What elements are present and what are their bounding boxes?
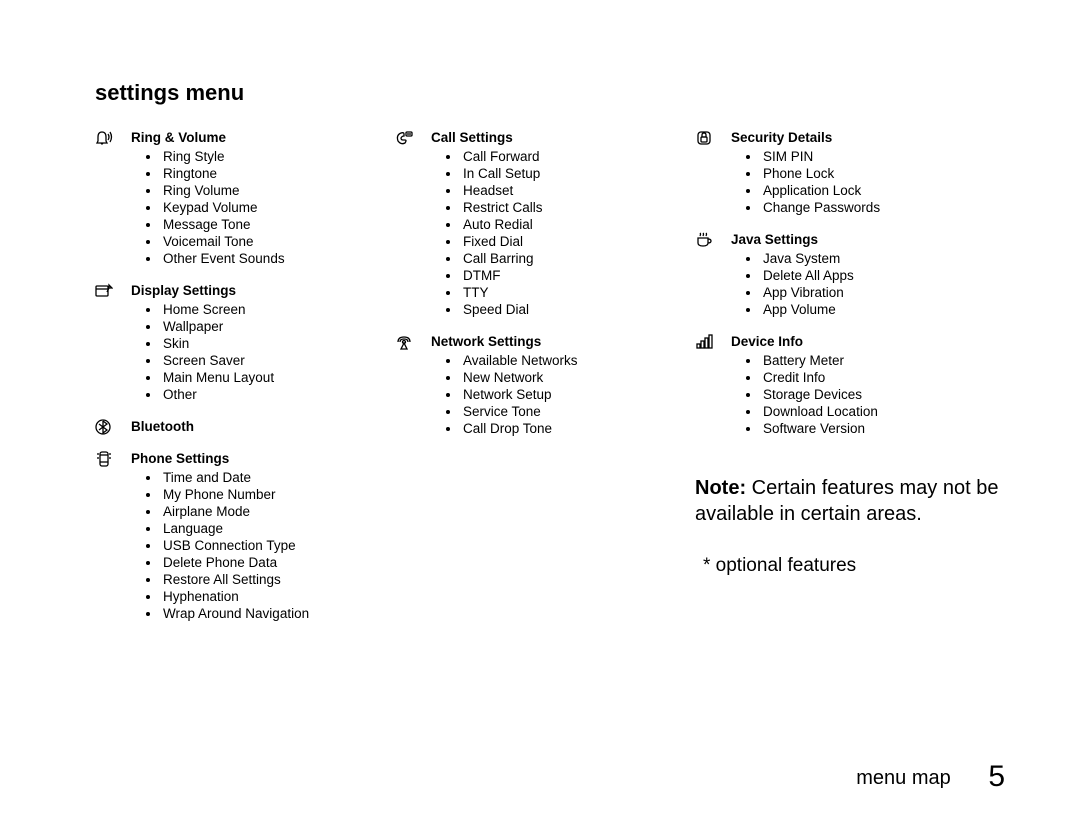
section-label: Ring & Volume <box>131 130 395 146</box>
section-items: Ring StyleRingtoneRing VolumeKeypad Volu… <box>95 148 395 267</box>
footer: menu map 5 <box>856 760 1005 794</box>
section-bluetooth: Bluetooth <box>95 419 395 435</box>
list-item: Call Drop Tone <box>461 420 695 437</box>
section-items: Battery MeterCredit InfoStorage DevicesD… <box>695 352 1005 437</box>
list-item: New Network <box>461 369 695 386</box>
list-item: Call Barring <box>461 250 695 267</box>
note: Note: Certain features may not be availa… <box>695 475 1005 527</box>
list-item: In Call Setup <box>461 165 695 182</box>
list-item: Call Forward <box>461 148 695 165</box>
section-items: SIM PINPhone LockApplication LockChange … <box>695 148 1005 216</box>
column-2: Call Settings Call ForwardIn Call SetupH… <box>395 130 695 638</box>
list-item: Other <box>161 386 395 403</box>
list-item: Application Lock <box>761 182 1005 199</box>
list-item: Keypad Volume <box>161 199 395 216</box>
display-settings-icon <box>95 283 115 299</box>
list-item: Credit Info <box>761 369 1005 386</box>
list-item: Wrap Around Navigation <box>161 605 395 622</box>
device-info-icon <box>695 334 715 350</box>
section-label: Display Settings <box>131 283 395 299</box>
ring-volume-icon <box>95 130 115 146</box>
bluetooth-icon <box>95 419 115 435</box>
section-ring-volume: Ring & Volume Ring StyleRingtoneRing Vol… <box>95 130 395 267</box>
list-item: Language <box>161 520 395 537</box>
page: settings menu Ring & Volume Ring StyleRi… <box>0 0 1080 834</box>
list-item: App Vibration <box>761 284 1005 301</box>
section-label: Phone Settings <box>131 451 395 467</box>
section-java-settings: Java Settings Java SystemDelete All Apps… <box>695 232 1005 318</box>
columns: Ring & Volume Ring StyleRingtoneRing Vol… <box>95 130 1010 638</box>
section-label: Security Details <box>731 130 1005 146</box>
section-label: Network Settings <box>431 334 695 350</box>
section-network-settings: Network Settings Available NetworksNew N… <box>395 334 695 437</box>
note-prefix: Note: <box>695 477 746 499</box>
list-item: Skin <box>161 335 395 352</box>
list-item: Delete All Apps <box>761 267 1005 284</box>
list-item: Storage Devices <box>761 386 1005 403</box>
list-item: Screen Saver <box>161 352 395 369</box>
list-item: Main Menu Layout <box>161 369 395 386</box>
list-item: Time and Date <box>161 469 395 486</box>
list-item: Fixed Dial <box>461 233 695 250</box>
list-item: Restore All Settings <box>161 571 395 588</box>
section-call-settings: Call Settings Call ForwardIn Call SetupH… <box>395 130 695 318</box>
section-items: Java SystemDelete All AppsApp VibrationA… <box>695 250 1005 318</box>
list-item: Restrict Calls <box>461 199 695 216</box>
list-item: Battery Meter <box>761 352 1005 369</box>
section-label: Java Settings <box>731 232 1005 248</box>
list-item: Phone Lock <box>761 165 1005 182</box>
section-items: Home ScreenWallpaperSkinScreen SaverMain… <box>95 301 395 403</box>
list-item: Voicemail Tone <box>161 233 395 250</box>
page-title: settings menu <box>95 80 1010 106</box>
section-label: Device Info <box>731 334 1005 350</box>
list-item: Ring Style <box>161 148 395 165</box>
section-label: Bluetooth <box>131 419 395 435</box>
list-item: Delete Phone Data <box>161 554 395 571</box>
list-item: Java System <box>761 250 1005 267</box>
list-item: Ringtone <box>161 165 395 182</box>
list-item: Message Tone <box>161 216 395 233</box>
section-label: Call Settings <box>431 130 695 146</box>
page-number: 5 <box>988 760 1005 793</box>
list-item: Wallpaper <box>161 318 395 335</box>
list-item: App Volume <box>761 301 1005 318</box>
section-display-settings: Display Settings Home ScreenWallpaperSki… <box>95 283 395 403</box>
list-item: Auto Redial <box>461 216 695 233</box>
section-items: Call ForwardIn Call SetupHeadsetRestrict… <box>395 148 695 318</box>
list-item: SIM PIN <box>761 148 1005 165</box>
list-item: Home Screen <box>161 301 395 318</box>
list-item: Other Event Sounds <box>161 250 395 267</box>
list-item: Download Location <box>761 403 1005 420</box>
list-item: Change Passwords <box>761 199 1005 216</box>
list-item: Software Version <box>761 420 1005 437</box>
list-item: Airplane Mode <box>161 503 395 520</box>
list-item: Speed Dial <box>461 301 695 318</box>
phone-settings-icon <box>95 451 115 467</box>
list-item: TTY <box>461 284 695 301</box>
network-settings-icon <box>395 334 415 350</box>
column-3: Security Details SIM PINPhone LockApplic… <box>695 130 1005 638</box>
call-settings-icon <box>395 130 415 146</box>
security-details-icon <box>695 130 715 146</box>
list-item: USB Connection Type <box>161 537 395 554</box>
list-item: Headset <box>461 182 695 199</box>
section-items: Available NetworksNew NetworkNetwork Set… <box>395 352 695 437</box>
section-phone-settings: Phone Settings Time and DateMy Phone Num… <box>95 451 395 622</box>
list-item: Service Tone <box>461 403 695 420</box>
list-item: DTMF <box>461 267 695 284</box>
list-item: My Phone Number <box>161 486 395 503</box>
section-device-info: Device Info Battery MeterCredit InfoStor… <box>695 334 1005 437</box>
optional-features: * optional features <box>703 555 1005 577</box>
list-item: Network Setup <box>461 386 695 403</box>
list-item: Ring Volume <box>161 182 395 199</box>
java-settings-icon <box>695 232 715 248</box>
section-security-details: Security Details SIM PINPhone LockApplic… <box>695 130 1005 216</box>
footer-label: menu map <box>856 767 951 789</box>
column-1: Ring & Volume Ring StyleRingtoneRing Vol… <box>95 130 395 638</box>
list-item: Available Networks <box>461 352 695 369</box>
list-item: Hyphenation <box>161 588 395 605</box>
section-items: Time and DateMy Phone NumberAirplane Mod… <box>95 469 395 622</box>
